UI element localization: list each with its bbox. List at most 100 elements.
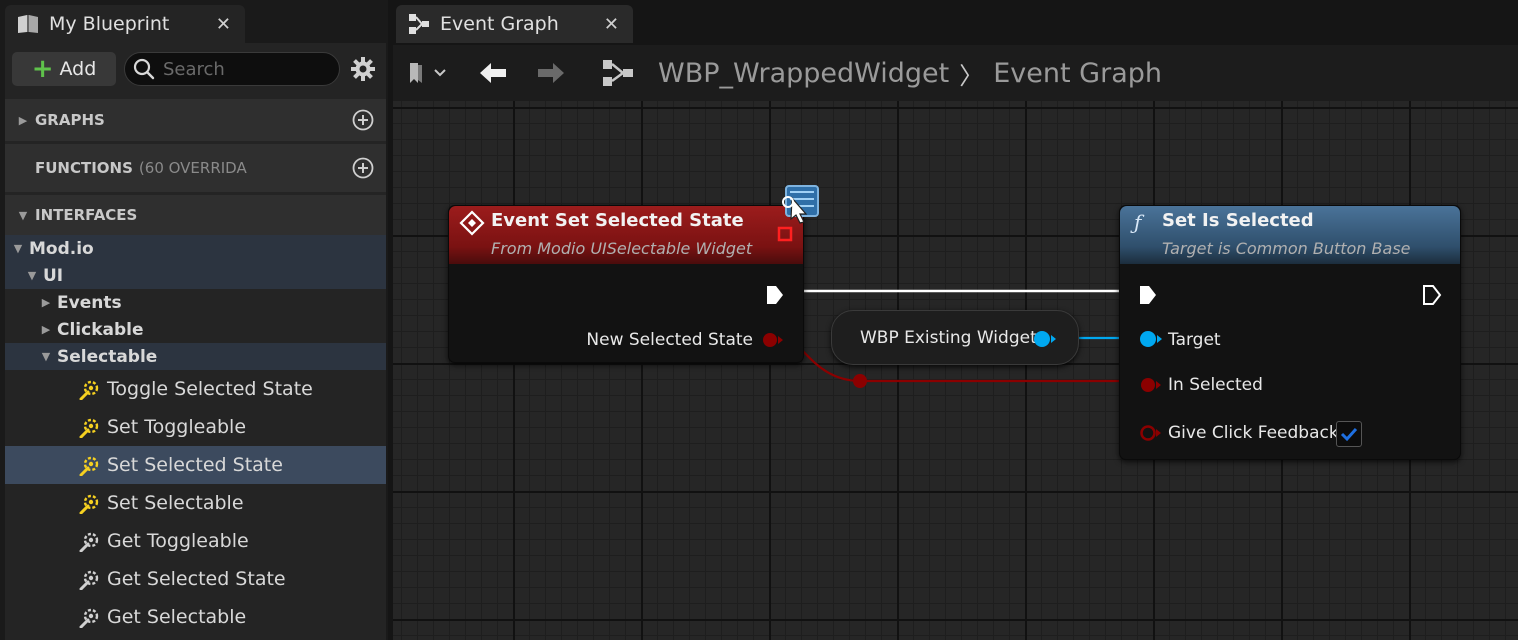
wbp-existing-widget-getter[interactable]: WBP Existing Widget xyxy=(831,310,1079,365)
chevron-right-icon: ▶ xyxy=(41,323,51,336)
function-item[interactable]: Get Toggleable xyxy=(5,522,386,560)
function-item-label: Set Toggleable xyxy=(107,416,247,438)
section-functions[interactable]: ▶ FUNCTIONS (60 OVERRIDA xyxy=(5,144,386,192)
event-function-icon xyxy=(79,492,101,515)
tree-item-modio[interactable]: ▼ Mod.io xyxy=(5,235,386,262)
checkmark-icon xyxy=(1340,427,1358,442)
function-item[interactable]: Toggle Selected State xyxy=(5,370,386,408)
function-item-label: Get Selected State xyxy=(107,568,286,590)
pin-in-selected-label: In Selected xyxy=(1168,375,1263,395)
event-function-icon xyxy=(79,454,101,477)
function-item[interactable]: Set Toggleable xyxy=(5,408,386,446)
tab-event-graph[interactable]: Event Graph ✕ xyxy=(396,5,633,43)
chevron-down-icon: ▼ xyxy=(27,269,37,282)
function-node-subtitle: Target is Common Button Base xyxy=(1162,239,1411,258)
event-function-icon xyxy=(79,378,101,401)
chevron-down-icon: ▼ xyxy=(18,208,28,222)
add-button-label: Add xyxy=(59,58,97,80)
blueprint-editor: My Blueprint ✕ + Add Search ▶ GRAPHS FUN… xyxy=(0,0,1518,640)
graph-canvas[interactable]: Event Set Selected State From Modio UISe… xyxy=(393,101,1518,640)
arrow-left-icon xyxy=(480,63,506,83)
breadcrumb: WBP_WrappedWidget 〉 Event Graph xyxy=(658,57,1162,90)
exec-out-pin-icon[interactable] xyxy=(1422,284,1442,306)
bool-in-pin-unconnected-icon[interactable] xyxy=(1138,424,1164,442)
tab-my-blueprint[interactable]: My Blueprint ✕ xyxy=(5,5,245,43)
tree-item-ui[interactable]: ▼ UI xyxy=(5,262,386,289)
search-input[interactable] xyxy=(163,58,323,80)
exec-out-pin-icon[interactable] xyxy=(765,284,785,306)
event-node-subtitle: From Modio UISelectable Widget xyxy=(491,239,753,258)
close-icon[interactable]: ✕ xyxy=(604,14,619,35)
add-graph-icon[interactable] xyxy=(352,109,374,131)
function-node-title: Set Is Selected xyxy=(1162,210,1314,231)
section-functions-count: (60 OVERRIDA xyxy=(138,159,247,177)
tree-item-clickable[interactable]: ▶ Clickable xyxy=(5,316,386,343)
section-graphs[interactable]: ▶ GRAPHS xyxy=(5,99,386,141)
bookmark-dropdown[interactable] xyxy=(403,57,451,89)
interface-badge-icon xyxy=(782,185,819,224)
close-icon[interactable]: ✕ xyxy=(216,14,231,35)
section-interfaces-label: INTERFACES xyxy=(35,206,138,224)
back-button[interactable] xyxy=(475,57,511,89)
my-blueprint-panel: My Blueprint ✕ + Add Search ▶ GRAPHS FUN… xyxy=(0,0,388,640)
object-in-pin-icon[interactable] xyxy=(1138,330,1164,348)
book-icon xyxy=(17,13,39,35)
pure-function-icon xyxy=(79,568,101,591)
arrow-right-icon xyxy=(538,63,564,83)
function-item[interactable]: Set Selectable xyxy=(5,484,386,522)
wire-reroute-knot[interactable] xyxy=(853,374,867,388)
add-button[interactable]: + Add xyxy=(12,52,116,86)
graph-toolbar: WBP_WrappedWidget 〉 Event Graph xyxy=(393,45,1518,101)
section-graphs-label: GRAPHS xyxy=(35,111,105,129)
function-item-label: Get Selectable xyxy=(107,606,247,628)
add-function-icon[interactable] xyxy=(352,157,374,179)
chevron-down-icon: ▼ xyxy=(41,350,51,363)
chevron-right-icon: ▶ xyxy=(18,113,28,127)
section-functions-label: FUNCTIONS xyxy=(35,159,133,177)
pin-give-click-feedback-label: Give Click Feedback xyxy=(1168,423,1339,443)
event-graph-panel: Event Graph ✕ WBP_WrappedWidget 〉 Event … xyxy=(393,0,1518,640)
event-node-title: Event Set Selected State xyxy=(491,210,744,231)
tree-item-modio-label: Mod.io xyxy=(29,238,94,259)
function-icon: ƒ xyxy=(1134,210,1142,234)
function-item[interactable]: Get Selectable xyxy=(5,598,386,636)
getter-label: WBP Existing Widget xyxy=(860,328,1037,348)
tab-my-blueprint-label: My Blueprint xyxy=(49,13,170,35)
bool-out-pin-icon[interactable] xyxy=(761,331,785,349)
section-interfaces[interactable]: ▼ INTERFACES xyxy=(5,195,386,235)
tree-item-ui-label: UI xyxy=(43,265,64,286)
graph-icon xyxy=(603,60,633,86)
event-function-icon xyxy=(79,416,101,439)
pure-function-icon xyxy=(79,606,101,629)
tree-item-selectable[interactable]: ▼ Selectable xyxy=(5,343,386,370)
pin-new-selected-state-label: New Selected State xyxy=(586,330,753,350)
function-item[interactable]: Set Selected State xyxy=(5,446,386,484)
chevron-right-icon: ▶ xyxy=(41,296,51,309)
pure-function-icon xyxy=(79,530,101,553)
my-blueprint-toolbar: + Add xyxy=(5,43,386,96)
forward-button[interactable] xyxy=(533,57,569,89)
pin-target-label: Target xyxy=(1168,330,1221,350)
graph-type-icon-wrap xyxy=(598,57,638,89)
function-item-label: Set Selectable xyxy=(107,492,244,514)
tree-item-events[interactable]: ▶ Events xyxy=(5,289,386,316)
object-out-pin-icon[interactable] xyxy=(1032,330,1058,348)
bool-in-pin-icon[interactable] xyxy=(1138,376,1164,394)
function-item-label: Get Toggleable xyxy=(107,530,249,552)
exec-in-pin-icon[interactable] xyxy=(1138,284,1158,306)
chevron-down-icon xyxy=(434,69,446,77)
delegate-pin-icon[interactable] xyxy=(777,226,793,242)
my-blueprint-body: + Add Search ▶ GRAPHS FUNCTIONS (60 OVER… xyxy=(5,43,386,640)
function-item[interactable]: Get Selected State xyxy=(5,560,386,598)
function-item-label: Toggle Selected State xyxy=(107,378,313,400)
search-box[interactable] xyxy=(124,52,340,86)
event-set-selected-state-node[interactable]: Event Set Selected State From Modio UISe… xyxy=(448,205,804,363)
function-item-label: Set Selected State xyxy=(107,454,283,476)
breadcrumb-graph[interactable]: Event Graph xyxy=(993,58,1162,89)
bookmark-icon xyxy=(410,63,422,83)
breadcrumb-blueprint[interactable]: WBP_WrappedWidget xyxy=(658,58,949,89)
gear-icon[interactable] xyxy=(350,56,376,82)
set-is-selected-node[interactable]: ƒ Set Is Selected Target is Common Butto… xyxy=(1119,205,1461,460)
tree-item-clickable-label: Clickable xyxy=(57,319,144,340)
give-click-feedback-checkbox[interactable] xyxy=(1336,421,1362,447)
